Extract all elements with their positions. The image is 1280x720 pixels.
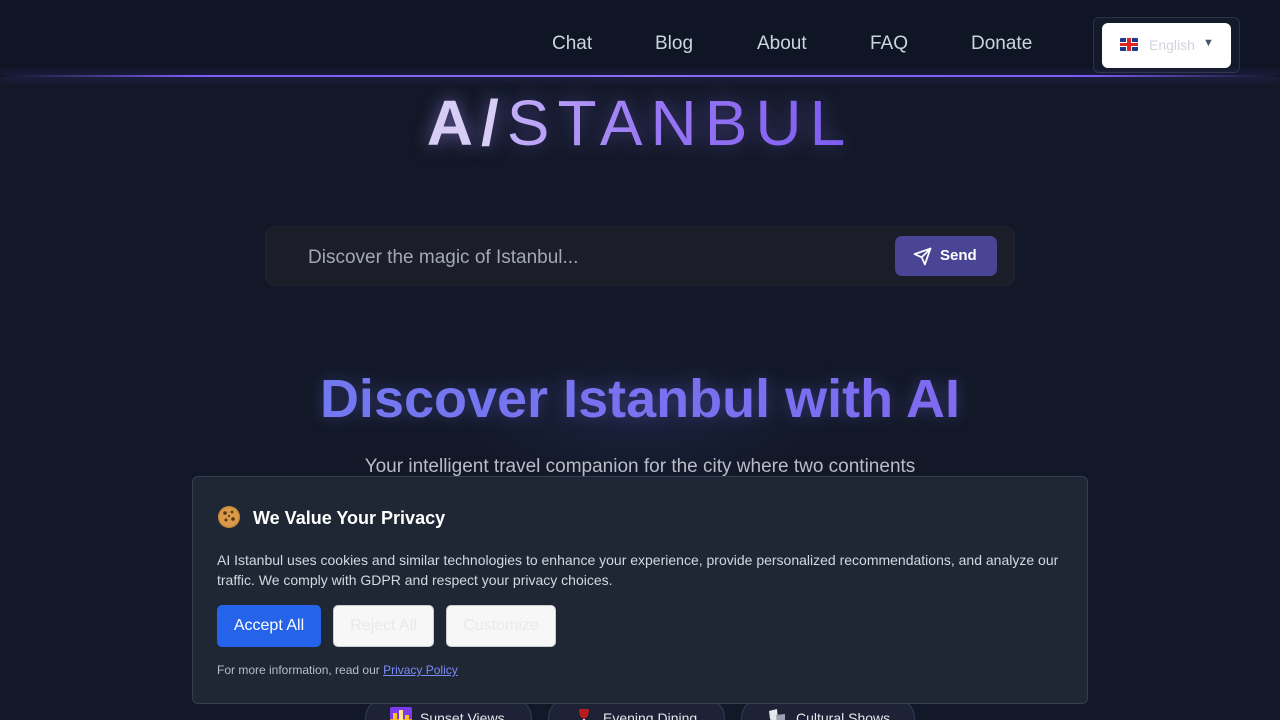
nav-about-link[interactable]: About [757,33,807,55]
nav-blog-link[interactable]: Blog [655,33,693,55]
cookie-consent-banner: We Value Your Privacy AI Istanbul uses c… [192,476,1088,704]
cookie-footer: For more information, read our Privacy P… [217,663,458,677]
top-navbar: Chat Blog About FAQ Donate English ▼ [0,0,1280,76]
suggestion-pill-label: Cultural Shows [796,710,891,720]
uk-flag-icon [1120,38,1138,51]
paper-plane-icon [913,247,932,266]
cookie-icon [218,506,240,528]
nav-faq-link[interactable]: FAQ [870,33,908,55]
send-button[interactable]: Send [895,236,997,276]
search-input[interactable] [308,246,868,270]
customize-button[interactable]: Customize [446,605,556,647]
privacy-policy-link[interactable]: Privacy Policy [383,663,458,677]
logo-prefix: A/ [426,87,507,159]
language-select[interactable]: English ▼ [1102,23,1231,68]
hero-title: Discover Istanbul with AI [0,369,1280,429]
cookie-title: We Value Your Privacy [253,508,446,528]
send-button-label: Send [940,247,977,264]
hero-subtitle: Your intelligent travel companion for th… [364,456,916,477]
accept-all-button[interactable]: Accept All [217,605,321,647]
nav-chat-link[interactable]: Chat [552,33,592,55]
wine-glass-icon [579,709,589,720]
site-logo[interactable]: A/STANBUL [0,86,1280,160]
search-bar: Send [265,226,1015,286]
header-divider [0,75,1280,77]
cityscape-icon [390,707,412,720]
masks-icon [769,709,785,720]
cookie-footer-text: For more information, read our [217,663,380,677]
suggestion-pill-label: Sunset Views [420,710,505,720]
suggestion-pill-label: Evening Dining [603,710,698,720]
language-selected-label: English [1149,37,1195,53]
chevron-down-icon: ▼ [1203,37,1214,49]
cookie-description: AI Istanbul uses cookies and similar tec… [217,552,1059,588]
logo-text: STANBUL [506,87,854,159]
nav-donate-link[interactable]: Donate [971,33,1032,55]
reject-all-button[interactable]: Reject All [333,605,434,647]
